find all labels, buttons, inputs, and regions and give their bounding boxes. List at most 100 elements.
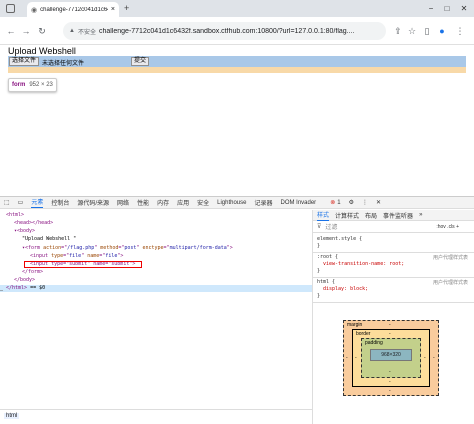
- tab-lighthouse[interactable]: Lighthouse: [217, 200, 246, 206]
- dom-node-line[interactable]: ▾<form action="/flag.php" method="post" …: [0, 245, 312, 252]
- dom-token: </body>: [14, 277, 36, 283]
- dom-node-line[interactable]: <html>: [0, 212, 312, 219]
- filter-buttons[interactable]: :hov .cls +: [436, 224, 459, 230]
- dom-node-line[interactable]: </html> == $0: [0, 285, 312, 292]
- tab-elements[interactable]: 元素: [31, 197, 44, 208]
- dom-token: multipart/form-data: [169, 245, 227, 251]
- dom-node-line[interactable]: <input type="file" name="file">: [0, 253, 312, 260]
- rule-element-style-end: }: [317, 243, 321, 249]
- dom-token: <html>: [6, 212, 25, 218]
- dom-node-line[interactable]: "Upload Webshell ": [0, 236, 312, 243]
- tab-styles[interactable]: 样式: [317, 210, 330, 221]
- menu-icon[interactable]: ⋮: [454, 25, 466, 37]
- rule-root-source[interactable]: 用户代理样式表: [433, 254, 468, 261]
- rule-element-style: element.style {: [317, 236, 363, 242]
- rule-html-decl: display: block;: [323, 286, 369, 292]
- tab-sources[interactable]: 源代码/来源: [77, 198, 109, 207]
- browser-tab-strip: ◉ challenge-7712c041d1c6432f. × + − □ ✕: [0, 0, 474, 17]
- elements-tree[interactable]: <html> <head></head> ▾<body> "Upload Webshe…: [0, 210, 312, 410]
- browser-tab[interactable]: ◉ challenge-7712c041d1c6432f. ×: [27, 2, 119, 17]
- filter-input[interactable]: 过滤: [325, 222, 337, 231]
- inspect-icon[interactable]: ⬚: [4, 199, 10, 206]
- choose-file-button[interactable]: 选择文件: [9, 57, 40, 66]
- breadcrumb-html[interactable]: html: [4, 413, 20, 419]
- box-model-content: 968×320: [370, 349, 412, 361]
- dom-token: /flag.php: [67, 245, 95, 251]
- rule-divider: [313, 252, 474, 253]
- form-margin-highlight: [8, 67, 466, 73]
- tab-search-icon[interactable]: [6, 4, 15, 13]
- tab-layout[interactable]: 布局: [365, 211, 377, 220]
- close-devtools-icon[interactable]: ✕: [376, 199, 381, 206]
- settings-gear-icon[interactable]: ⚙: [349, 199, 354, 206]
- rule-html-source[interactable]: 用户代理样式表: [433, 279, 468, 286]
- tab-event-listeners[interactable]: 事件监听器: [383, 211, 413, 220]
- border-left-value: -: [355, 355, 357, 361]
- new-tab-icon[interactable]: +: [124, 3, 129, 13]
- dom-token: action: [43, 245, 62, 251]
- more-menu-icon[interactable]: ⋮: [362, 199, 368, 206]
- file-status: 未选择任何文件: [42, 61, 85, 67]
- dom-token: ▾<body>: [14, 228, 36, 234]
- tab-memory[interactable]: 内存: [157, 198, 169, 207]
- tab-computed[interactable]: 计算样式: [335, 211, 359, 220]
- address-bar[interactable]: ▲ 不安全 challenge-7712c041d1c6432f.sandbox…: [63, 22, 386, 40]
- minimize-icon[interactable]: −: [424, 2, 438, 14]
- dom-token: file: [69, 253, 82, 259]
- page-icon: ◉: [31, 6, 38, 14]
- styles-tabbar: 样式 计算样式 布局 事件监听器 »: [313, 210, 474, 221]
- styles-filter[interactable]: ⊽ 过滤 :hov .cls +: [313, 221, 474, 233]
- border-right-value: -: [424, 355, 426, 361]
- dom-token: <input: [30, 253, 52, 259]
- maximize-icon[interactable]: □: [440, 2, 454, 14]
- sidebar-icon[interactable]: ▯: [421, 25, 433, 37]
- border-top-value: -: [389, 331, 391, 337]
- inspect-tooltip: form 952 × 23: [8, 78, 57, 92]
- rule-html: html {: [317, 279, 336, 285]
- bookmark-star-icon[interactable]: ☆: [406, 25, 418, 37]
- rule-divider: [313, 302, 474, 303]
- tooltip-tag: form: [12, 82, 26, 88]
- dom-token: <head></head>: [14, 220, 54, 226]
- forward-icon[interactable]: →: [20, 25, 32, 37]
- dom-token: == $0: [27, 285, 46, 291]
- dom-token: </form>: [22, 269, 44, 275]
- tab-performance[interactable]: 性能: [137, 198, 149, 207]
- dom-token: ▾<form: [22, 245, 44, 251]
- dom-token: name: [87, 253, 100, 259]
- ellipsis-icon[interactable]: …: [0, 287, 3, 293]
- share-icon[interactable]: ⇪: [392, 25, 404, 37]
- dom-node-line[interactable]: ▾<body>: [0, 228, 312, 235]
- tab-dom-invader[interactable]: DOM Invader: [281, 200, 317, 206]
- tab-network[interactable]: 网络: [117, 198, 129, 207]
- dom-node-line[interactable]: </form>: [0, 269, 312, 276]
- tab-recorder[interactable]: 记录器: [254, 198, 272, 207]
- more-tabs-icon[interactable]: »: [419, 212, 422, 218]
- back-icon[interactable]: ←: [5, 25, 17, 37]
- dom-token: "Upload Webshell ": [22, 236, 77, 242]
- security-label: 不安全: [77, 29, 96, 36]
- box-model-border: border - - - - padding - 968×320: [352, 329, 430, 387]
- submit-button[interactable]: 提交: [131, 57, 150, 66]
- rule-html-end: }: [317, 293, 321, 299]
- dom-token: </html>: [6, 285, 28, 291]
- dom-node-line[interactable]: </body>: [0, 277, 312, 284]
- border-bottom-value: -: [389, 379, 391, 385]
- padding-bottom-value: -: [389, 369, 391, 375]
- margin-bottom-value: -: [389, 388, 391, 394]
- profile-icon[interactable]: ●: [436, 25, 448, 37]
- close-tab-icon[interactable]: ×: [111, 6, 115, 13]
- device-toggle-icon[interactable]: ▭: [18, 199, 24, 206]
- reload-icon[interactable]: ↻: [36, 25, 48, 37]
- tab-application[interactable]: 应用: [177, 198, 189, 207]
- tab-console[interactable]: 控制台: [51, 198, 69, 207]
- tab-security[interactable]: 安全: [197, 198, 209, 207]
- devtools-panel: ⬚ ▭ 元素 控制台 源代码/来源 网络 性能 内存 应用 安全 Lightho…: [0, 196, 474, 424]
- close-window-icon[interactable]: ✕: [457, 2, 471, 14]
- devtools-tabbar: ⬚ ▭ 元素 控制台 源代码/来源 网络 性能 内存 应用 安全 Lightho…: [0, 197, 474, 209]
- error-icon[interactable]: ⊗: [330, 199, 335, 206]
- dom-node-line[interactable]: <head></head>: [0, 220, 312, 227]
- rule-root-end: }: [317, 268, 321, 274]
- dom-token: ">: [226, 245, 233, 251]
- page-title: Upload Webshell: [8, 46, 76, 56]
